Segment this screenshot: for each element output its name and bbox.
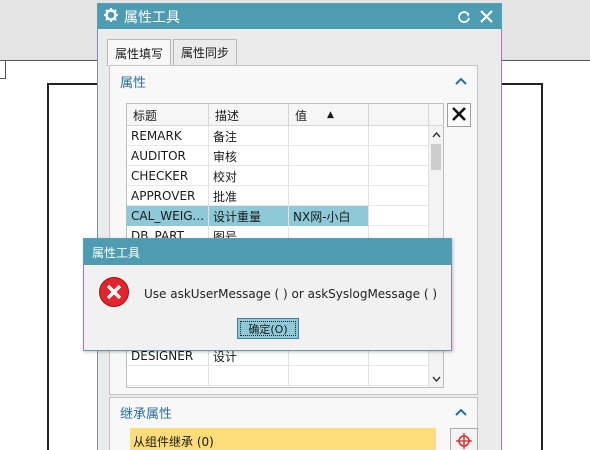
scroll-down-icon[interactable] bbox=[429, 370, 443, 387]
inherit-from-component-field[interactable]: 从组件继承 (0) bbox=[130, 428, 436, 450]
table-row[interactable]: AUDITOR 审核 bbox=[127, 146, 443, 166]
chevron-up-icon[interactable] bbox=[455, 74, 467, 89]
table-header: 标题 描述 值 ▲ bbox=[127, 104, 443, 126]
close-icon[interactable] bbox=[477, 8, 495, 26]
inherit-section-header[interactable]: 继承属性 bbox=[110, 398, 477, 426]
inherit-section-title: 继承属性 bbox=[120, 406, 173, 422]
gear-icon[interactable] bbox=[104, 7, 118, 26]
dialog-tabs: 属性填写 属性同步 bbox=[107, 39, 239, 66]
column-header-value[interactable]: 值 ▲ bbox=[289, 104, 369, 126]
row-title-cell[interactable]: CAL_WEIG... bbox=[127, 206, 209, 226]
row-empty-cell bbox=[369, 206, 429, 226]
row-description-cell[interactable]: 设计重量 bbox=[209, 206, 289, 226]
row-value-cell[interactable] bbox=[289, 366, 369, 386]
row-empty-cell bbox=[369, 186, 429, 206]
column-header-description[interactable]: 描述 bbox=[209, 104, 289, 126]
row-description-cell[interactable]: 校对 bbox=[209, 166, 289, 186]
row-title-cell[interactable]: CHECKER bbox=[127, 166, 209, 186]
row-title-cell[interactable] bbox=[127, 366, 209, 386]
crosshair-target-icon bbox=[455, 432, 473, 450]
column-header-empty bbox=[369, 104, 429, 126]
delete-x-icon bbox=[452, 106, 466, 124]
column-header-value-label: 值 bbox=[295, 108, 308, 123]
table-row[interactable] bbox=[127, 366, 443, 386]
ok-button[interactable]: 确定(O) bbox=[237, 318, 299, 339]
tab-attribute-fill[interactable]: 属性填写 bbox=[107, 39, 172, 66]
error-icon bbox=[98, 276, 130, 311]
table-row[interactable]: CAL_WEIG... 设计重量 NX网-小白 bbox=[127, 206, 443, 226]
reset-icon[interactable] bbox=[455, 8, 473, 26]
attribute-tool-dialog: 属性工具 属性填写 属性同步 属性 标题 描述 值 ▲ REMARK 备注 AUDIT… bbox=[97, 3, 502, 450]
attributes-section-title: 属性 bbox=[120, 75, 147, 91]
message-dialog-title: 属性工具 bbox=[84, 239, 451, 265]
sheet-corner-mark bbox=[0, 61, 6, 79]
dialog-titlebar: 属性工具 bbox=[98, 4, 501, 29]
inherit-attributes-panel: 继承属性 从组件继承 (0) bbox=[109, 397, 478, 450]
select-component-button[interactable] bbox=[450, 428, 478, 450]
row-description-cell[interactable]: 备注 bbox=[209, 126, 289, 146]
table-row[interactable]: APPROVER 批准 bbox=[127, 186, 443, 206]
row-value-cell[interactable] bbox=[289, 166, 369, 186]
row-title-cell[interactable]: REMARK bbox=[127, 126, 209, 146]
table-row[interactable]: CHECKER 校对 bbox=[127, 166, 443, 186]
tab-attribute-sync[interactable]: 属性同步 bbox=[173, 39, 238, 65]
delete-attribute-button[interactable] bbox=[447, 103, 471, 127]
dialog-title: 属性工具 bbox=[124, 9, 180, 26]
row-description-cell[interactable]: 批准 bbox=[209, 186, 289, 206]
row-value-cell[interactable] bbox=[289, 126, 369, 146]
message-text: Use askUserMessage ( ) or askSyslogMessa… bbox=[144, 286, 438, 301]
row-description-cell[interactable] bbox=[209, 366, 289, 386]
scroll-up-icon[interactable] bbox=[429, 126, 443, 144]
row-value-cell[interactable] bbox=[289, 186, 369, 206]
table-row[interactable]: REMARK 备注 bbox=[127, 126, 443, 146]
row-empty-cell bbox=[369, 366, 429, 386]
sort-ascending-icon: ▲ bbox=[327, 110, 334, 120]
chevron-up-icon[interactable] bbox=[455, 405, 467, 420]
row-title-cell[interactable]: AUDITOR bbox=[127, 146, 209, 166]
scrollbar-thumb[interactable] bbox=[431, 144, 441, 170]
row-value-cell[interactable] bbox=[289, 146, 369, 166]
column-header-title[interactable]: 标题 bbox=[127, 104, 209, 126]
message-dialog: 属性工具 Use askUserMessage ( ) or askSyslog… bbox=[83, 238, 452, 351]
row-description-cell[interactable]: 审核 bbox=[209, 146, 289, 166]
row-empty-cell bbox=[369, 166, 429, 186]
row-title-cell[interactable]: APPROVER bbox=[127, 186, 209, 206]
message-body: Use askUserMessage ( ) or askSyslogMessa… bbox=[98, 276, 437, 311]
row-empty-cell bbox=[369, 146, 429, 166]
attributes-section-header[interactable]: 属性 bbox=[110, 66, 477, 96]
row-value-cell[interactable]: NX网-小白 bbox=[289, 206, 369, 226]
row-empty-cell bbox=[369, 126, 429, 146]
